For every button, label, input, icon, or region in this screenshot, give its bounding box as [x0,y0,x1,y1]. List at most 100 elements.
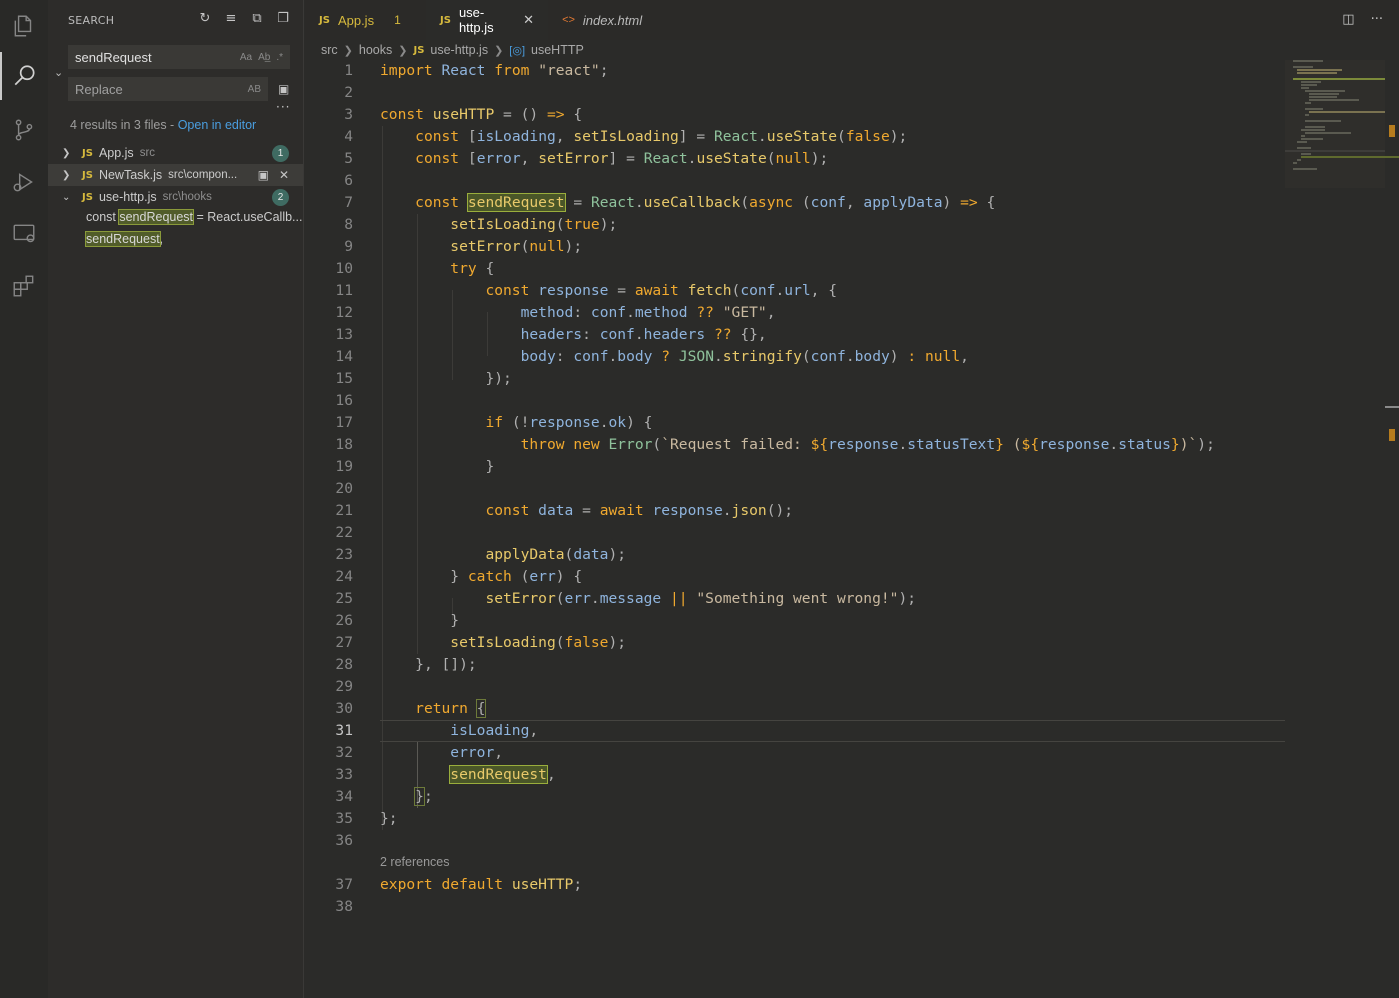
match-line[interactable]: const sendRequest = React.useCallb... [86,209,302,225]
js-file-icon: JS [82,169,93,181]
scrollbar-match-marker [1389,429,1395,441]
toggle-replace-chevron-icon[interactable]: ⌄ [54,66,63,79]
code-line: 15 }); [335,370,512,387]
chevron-right-icon: ❯ [62,169,71,181]
scrollbar-cursor-marker [1385,406,1399,408]
breadcrumb-hooks[interactable]: hooks [359,43,392,57]
code-line: 33 sendRequest, [335,765,556,784]
code-line: 22 [335,524,353,541]
use-regex-option[interactable]: .* [276,52,283,63]
code-line: 32 error, [335,744,504,761]
breadcrumb: src ❯ hooks ❯ JS use-http.js ❯ [◎] useHT… [321,40,584,60]
breadcrumb-file[interactable]: use-http.js [430,43,488,57]
editor-tabs: JS App.js 1 JS use-http.js ✕ <> index.ht… [305,0,1399,40]
code-line: 19 } [335,458,495,475]
preserve-case-option[interactable]: AB [248,84,261,95]
remote-explorer-icon[interactable] [0,210,48,258]
tab-index-html[interactable]: <> index.html [548,0,658,40]
match-highlight: sendRequest [85,231,161,247]
code-line: 7 const sendRequest = React.useCallback(… [344,193,996,212]
search-input-value: sendRequest [75,49,152,65]
code-line: 1 import React from "react"; [344,62,609,79]
editor-scrollbar[interactable] [1385,60,1399,998]
extensions-icon[interactable] [0,262,48,310]
chevron-right-icon: ❯ [398,44,408,57]
code-line: 6 [344,172,353,189]
sidebar-title: SEARCH [68,14,115,27]
explorer-icon[interactable] [0,2,48,50]
new-search-editor-icon[interactable]: ⧉ [249,10,265,26]
code-line: 24 } catch (err) { [335,568,583,585]
activity-bar [0,0,48,998]
code-line: 3 const useHTTP = () => { [344,106,583,123]
tab-label: use-http.js [458,5,494,35]
code-line: 17 if (!response.ok) { [335,414,653,431]
file-name: NewTask.js [98,168,163,182]
js-file-icon: JS [440,14,451,26]
code-line: 4 const [isLoading, setIsLoading] = Reac… [344,128,908,145]
source-control-icon[interactable] [0,106,48,154]
replace-placeholder: Replace [75,81,123,97]
collapse-all-icon[interactable]: ❐ [275,10,291,26]
match-prefix: const [86,210,120,224]
dismiss-icon[interactable]: ✕ [279,168,289,182]
results-count-text: 4 results in 3 files - [70,118,178,132]
run-debug-icon[interactable] [0,158,48,206]
chevron-right-icon: ❯ [62,147,71,159]
refresh-icon[interactable]: ↻ [197,10,213,26]
code-line: 36 [335,832,353,849]
result-file-app-js[interactable]: ❯ JS App.js src 1 [48,142,303,164]
result-file-newtask-js[interactable]: ❯ JS NewTask.js src\compon... ▣ ✕ [48,164,303,186]
code-line: 12 method: conf.method ?? "GET", [335,304,776,321]
tab-use-http-js[interactable]: JS use-http.js ✕ [426,0,548,40]
tab-app-js[interactable]: JS App.js 1 [305,0,426,40]
code-editor[interactable]: 1 import React from "react"; 2 3 const use… [305,60,1285,998]
match-count-badge: 1 [272,144,289,162]
code-line-current: 31 isLoading, [305,720,1285,742]
tab-label: index.html [582,12,643,28]
code-line: 21 const data = await response.json(); [335,502,794,519]
chevron-right-icon: ❯ [494,44,504,57]
match-line[interactable]: sendRequest, [85,231,164,247]
replace-all-in-file-icon[interactable]: ▣ [258,168,269,182]
code-line: 35}; [335,810,398,827]
close-icon[interactable]: ✕ [523,12,534,28]
symbol-variable-icon: [◎] [509,44,526,57]
chevron-right-icon: ❯ [343,44,353,57]
js-file-icon: JS [319,14,330,26]
open-in-editor-link[interactable]: Open in editor [178,118,257,132]
chevron-down-icon: ⌄ [62,191,71,203]
code-line: 13 headers: conf.headers ?? {}, [335,326,767,343]
breadcrumb-symbol[interactable]: useHTTP [531,43,584,57]
js-file-icon: JS [413,44,425,56]
minimap[interactable] [1285,60,1399,188]
match-suffix: , [159,232,164,246]
code-line: 34 }; [335,787,433,806]
file-dir: src\hooks [162,191,212,203]
search-icon[interactable] [0,52,48,100]
result-file-use-http-js[interactable]: ⌄ JS use-http.js src\hooks 2 [48,186,303,208]
codelens-references[interactable]: 2 references [380,855,449,869]
replace-input[interactable]: Replace AB [68,77,268,101]
code-line: 23 applyData(data); [335,546,627,563]
code-line: 14 body: conf.body ? JSON.stringify(conf… [335,348,969,365]
split-editor-icon[interactable]: ◫ [1342,12,1354,27]
code-line: 38 [335,898,353,915]
code-line: 11 const response = await fetch(conf.url… [335,282,838,299]
code-line: 5 const [error, setError] = React.useSta… [344,150,829,167]
breadcrumb-src[interactable]: src [321,43,338,57]
code-line: 8 setIsLoading(true); [344,216,618,233]
replace-all-icon[interactable]: ▣ [278,82,294,98]
search-input[interactable]: sendRequest Aa Ab̲ .* [68,45,290,69]
match-case-option[interactable]: Aa [240,52,252,63]
results-summary: 4 results in 3 files - Open in editor [70,118,256,132]
clear-results-icon[interactable]: ≡ [223,10,239,26]
more-actions-icon[interactable]: ··· [1371,12,1383,27]
more-options-icon[interactable]: ··· [276,100,290,114]
match-highlight: sendRequest [118,209,195,225]
match-whole-word-option[interactable]: Ab̲ [258,52,270,63]
code-line: 25 setError(err.message || "Something we… [335,590,917,607]
scrollbar-match-marker [1389,125,1395,137]
code-line: 28 }, []); [335,656,477,673]
code-line: 10 try { [335,260,495,277]
